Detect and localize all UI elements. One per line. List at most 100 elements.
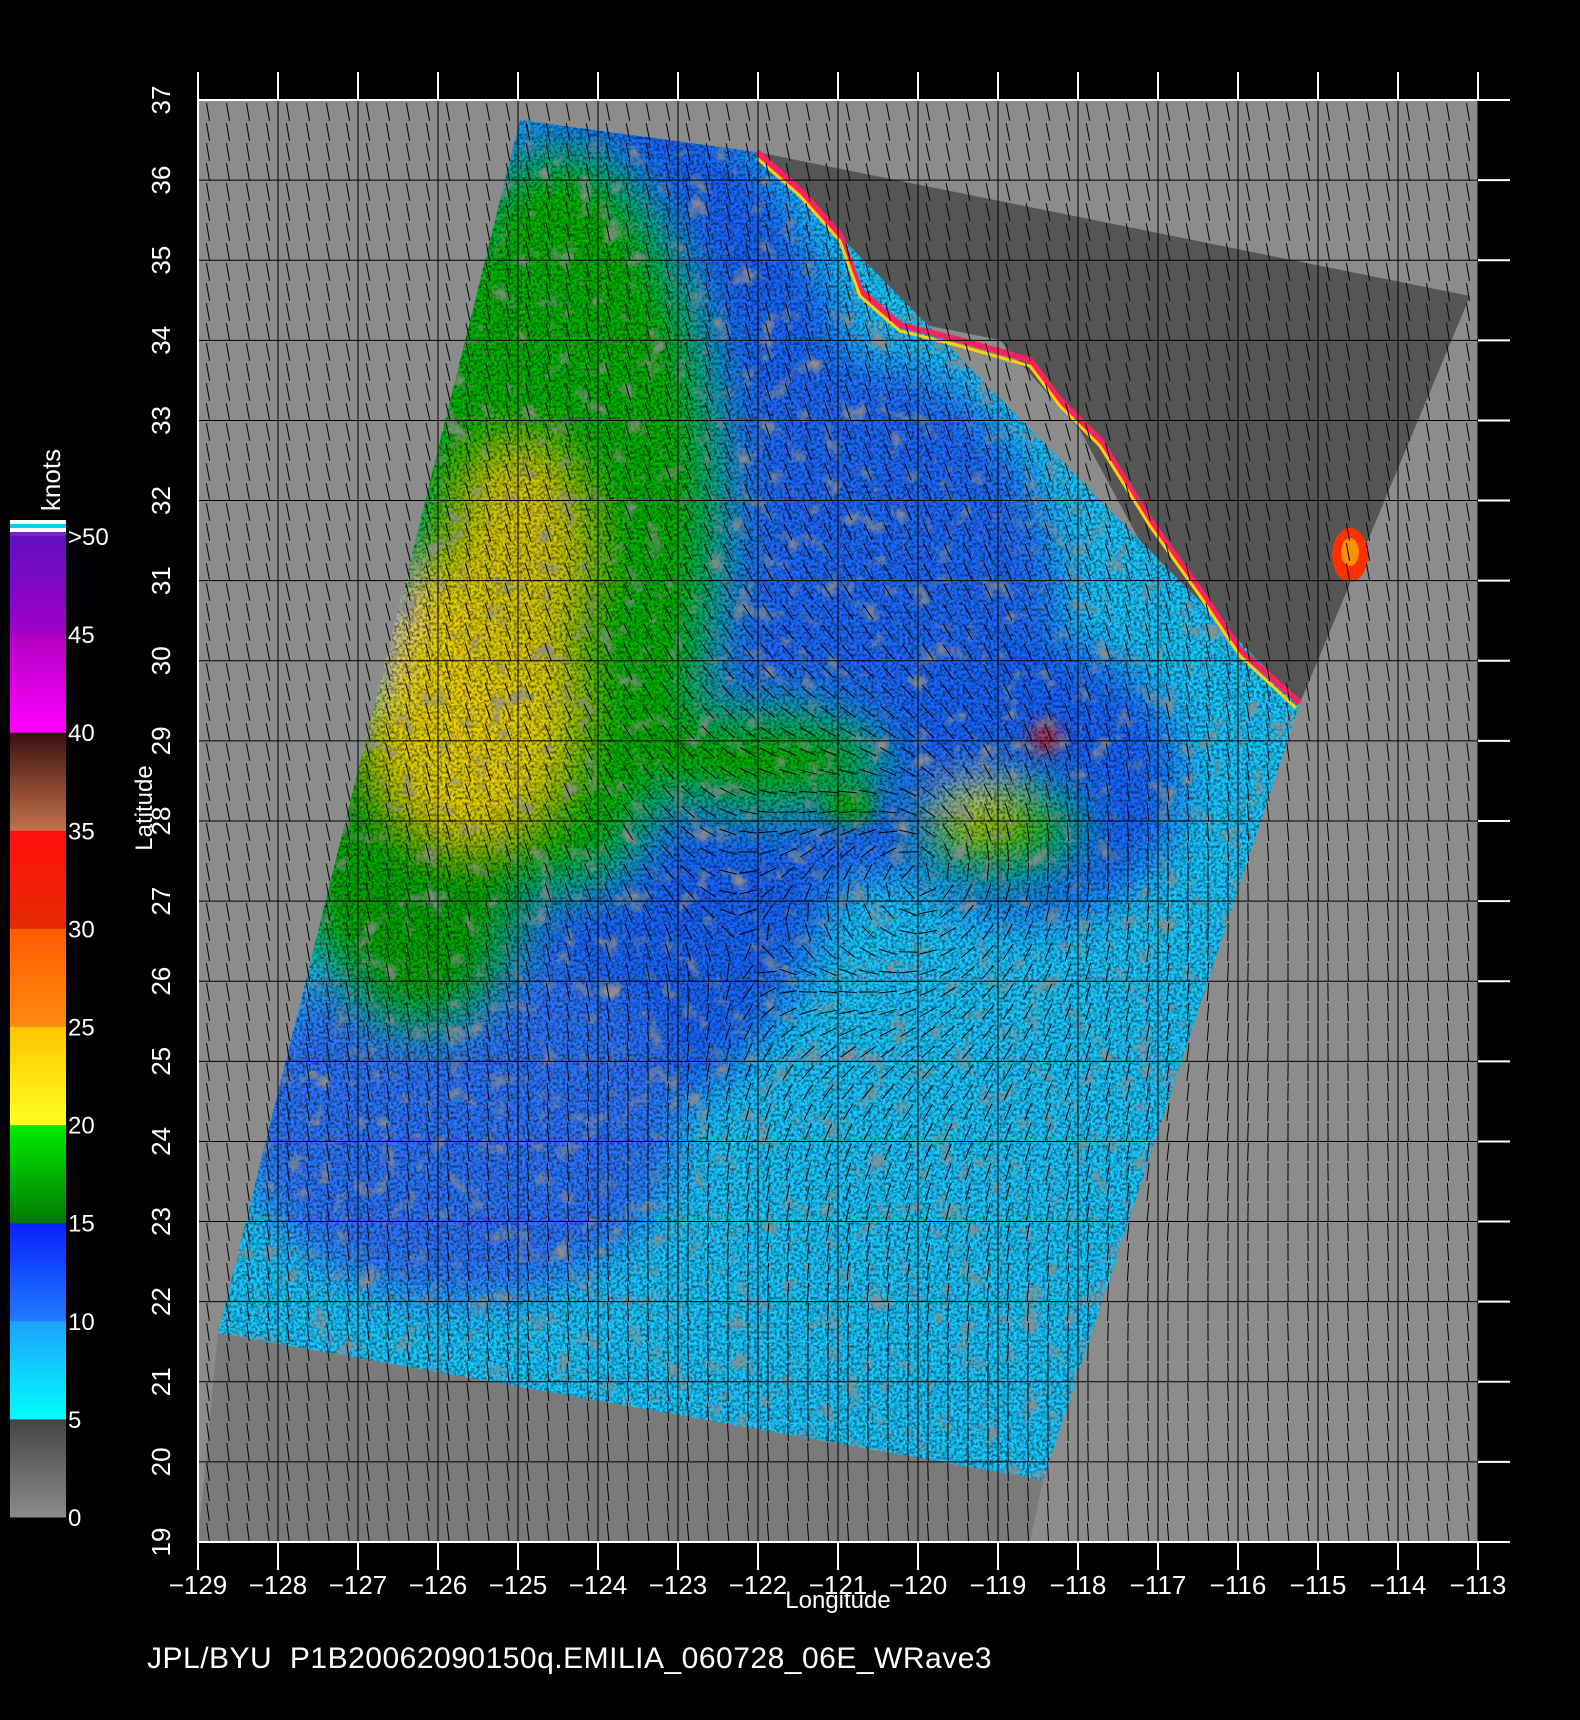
lat-tick-label: 19 (146, 1528, 176, 1557)
colorbar-label: 45 (68, 622, 95, 649)
wind-vector (1367, 1042, 1369, 1062)
colorbar-label: 25 (68, 1015, 95, 1042)
wind-vector (1167, 842, 1169, 862)
lat-tick-label: 37 (146, 86, 176, 115)
lon-tick-label: −118 (1050, 1570, 1107, 1600)
wind-vector (727, 1262, 729, 1282)
wind-vector (1087, 1322, 1089, 1342)
wind-vector (1307, 922, 1309, 942)
colorbar-label: 20 (68, 1113, 95, 1140)
lon-tick-label: −129 (169, 1570, 228, 1600)
wind-vector (1267, 1062, 1269, 1082)
lon-tick-label: −123 (649, 1570, 708, 1600)
wind-vector (787, 1422, 789, 1442)
wind-vector (1027, 842, 1029, 862)
lat-tick-label: 31 (146, 566, 176, 595)
colorbar-band (10, 732, 66, 831)
wind-vector (1367, 1142, 1369, 1162)
colorbar-title: knots (36, 449, 66, 511)
wind-vector (867, 1442, 869, 1462)
wind-vector (1067, 1442, 1069, 1462)
wind-vector (1207, 1382, 1209, 1402)
wind-vector (667, 1162, 669, 1182)
wind-vector (1187, 902, 1189, 922)
wind-vector (947, 1462, 949, 1482)
wind-vector (927, 1442, 929, 1462)
lat-tick-label: 20 (146, 1447, 176, 1476)
wind-vector (1227, 1362, 1229, 1382)
wind-vector (1267, 1102, 1269, 1122)
wind-vector (1347, 1182, 1349, 1202)
colorbar-label: 10 (68, 1309, 95, 1336)
wind-vector (1267, 1042, 1269, 1062)
wind-vector (627, 1262, 629, 1282)
wind-vector (1207, 1222, 1209, 1242)
wind-vector (1267, 1322, 1269, 1342)
wind-vector (1087, 1442, 1089, 1462)
colorbar-label: 15 (68, 1211, 95, 1238)
wind-vector (607, 1162, 609, 1182)
lon-tick-label: −125 (489, 1570, 548, 1600)
wind-vector (887, 1342, 889, 1362)
wind-vector (1107, 1422, 1109, 1442)
wind-vector (1127, 1302, 1129, 1322)
wind-vector (1027, 1442, 1029, 1462)
hot-spot-core (1341, 538, 1359, 566)
colorbar-overflow-stripe (10, 532, 66, 536)
wind-vector (1167, 1402, 1169, 1422)
colorbar-band (10, 634, 66, 733)
wind-vector (647, 1282, 649, 1302)
lat-tick-label: 34 (146, 326, 176, 355)
lat-tick-label: 35 (146, 246, 176, 275)
wind-vector (727, 1382, 729, 1402)
wind-vector (747, 1402, 749, 1422)
wind-vector (898, 951, 918, 953)
lat-tick-label: 30 (146, 646, 176, 675)
wind-vector (1247, 1162, 1249, 1182)
wind-vector (1227, 942, 1229, 962)
wind-vector (747, 1382, 749, 1402)
wind-vector (687, 1202, 689, 1222)
wind-vector (1367, 1082, 1369, 1102)
wind-vector (767, 1302, 769, 1322)
lat-tick-label: 24 (146, 1127, 176, 1156)
lon-tick-label: −120 (889, 1570, 948, 1600)
lat-tick-label: 32 (146, 486, 176, 515)
wind-vector (607, 1142, 609, 1162)
wind-vector (1247, 1182, 1249, 1202)
wind-vector (1267, 1122, 1269, 1142)
wind-vector (807, 1422, 809, 1442)
wind-vector (667, 1062, 669, 1082)
lat-tick-label: 33 (146, 406, 176, 435)
wind-vector (1127, 1422, 1129, 1442)
colorbar-band (10, 830, 66, 929)
lon-tick-label: −127 (329, 1570, 388, 1600)
wind-vector (1327, 962, 1329, 982)
colorbar-overflow-stripe (10, 528, 66, 532)
wind-vector (1267, 882, 1269, 902)
wind-vector (1347, 1002, 1349, 1022)
colorbar-band (10, 1124, 66, 1224)
lon-tick-label: −128 (249, 1570, 308, 1600)
wind-vector (1267, 1082, 1269, 1102)
wind-vector (1107, 862, 1109, 882)
wind-vector (1247, 1342, 1249, 1362)
wind-vector (807, 1322, 809, 1342)
colorbar-label: >50 (68, 524, 109, 551)
wind-vector (1307, 1262, 1309, 1282)
wind-vector (687, 1342, 689, 1362)
lon-tick-label: −113 (1450, 1570, 1507, 1600)
wind-vector (667, 1302, 669, 1322)
wind-vector (1247, 982, 1249, 1002)
colorbar-label: 30 (68, 916, 95, 943)
wind-vector (1307, 1282, 1309, 1302)
lon-tick-label: −124 (569, 1570, 628, 1600)
wind-speed-colorbar: >50 45 40 35 30 25 20 15 10 5 0 (10, 520, 109, 1532)
wind-vector (1047, 1442, 1049, 1462)
wind-vector (667, 1322, 669, 1342)
colorbar-band (10, 1222, 66, 1322)
lon-tick-label: −119 (970, 1570, 1027, 1600)
wind-vector (1227, 862, 1229, 882)
wind-vector (1007, 1462, 1009, 1482)
wind-vector (1367, 1062, 1369, 1082)
